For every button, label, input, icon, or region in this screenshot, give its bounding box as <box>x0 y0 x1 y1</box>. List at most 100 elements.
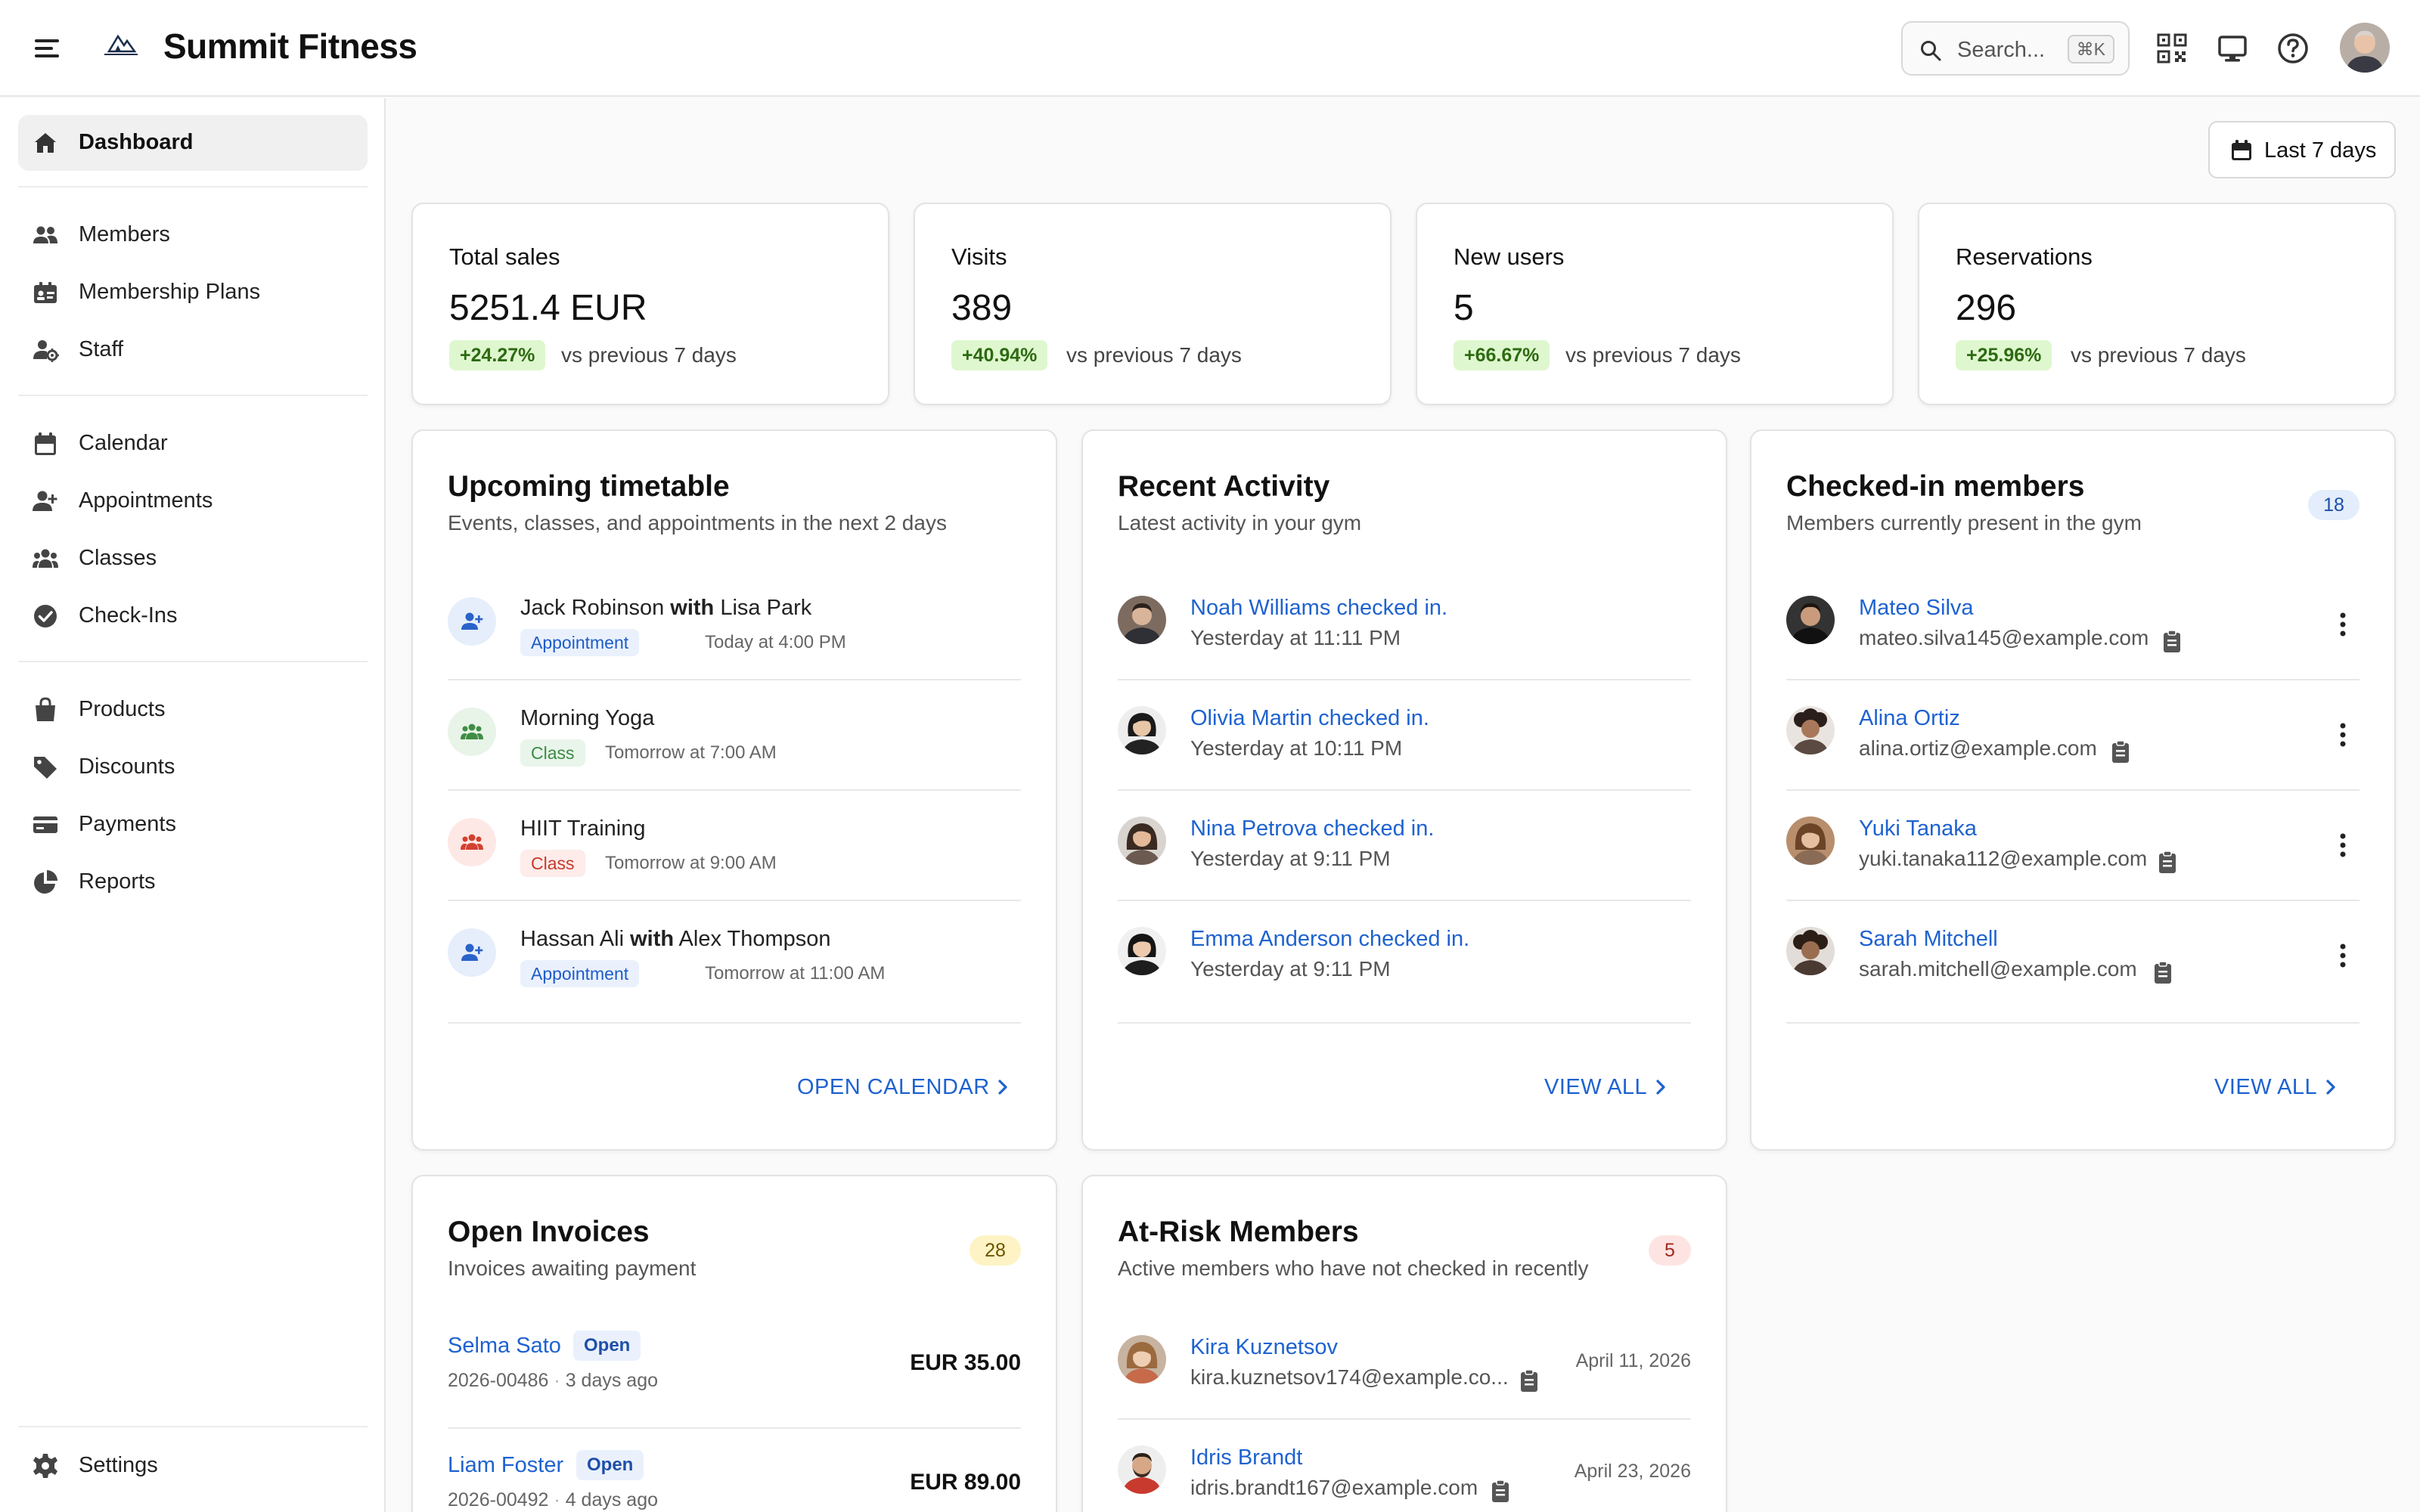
chevron-right-icon[interactable] <box>2322 1078 2340 1096</box>
member-name[interactable]: Sarah Mitchell <box>1859 927 1998 952</box>
member-name[interactable]: Alina Ortiz <box>1859 706 1960 731</box>
qr-code-icon[interactable] <box>2155 32 2189 65</box>
app-title: Summit Fitness <box>163 26 417 66</box>
sidebar-item-calendar[interactable]: Calendar <box>18 416 368 472</box>
view-all-members-link[interactable]: VIEW ALL <box>2214 1075 2317 1100</box>
at-risk-member-row[interactable]: Kira Kuznetsov kira.kuznetsov174@example… <box>1118 1309 1691 1420</box>
sidebar-item-appointments[interactable]: Appointments <box>18 473 368 529</box>
activity-text[interactable]: Emma Anderson checked in. <box>1190 927 1469 952</box>
sidebar-divider <box>18 395 368 396</box>
panel-subtitle: Active members who have not checked in r… <box>1118 1256 1589 1280</box>
sidebar-item-payments[interactable]: Payments <box>18 797 368 853</box>
chevron-right-icon[interactable] <box>1652 1078 1670 1096</box>
sidebar-item-reports[interactable]: Reports <box>18 854 368 910</box>
clipboard-icon[interactable] <box>1490 1479 1511 1503</box>
invoice-member-name[interactable]: Selma Sato <box>448 1334 561 1359</box>
at-risk-member-row[interactable]: Idris Brandt idris.brandt167@example.com… <box>1118 1420 1691 1512</box>
member-name[interactable]: Idris Brandt <box>1190 1445 1302 1470</box>
activity-text[interactable]: Nina Petrova checked in. <box>1190 816 1434 841</box>
checked-in-member-row[interactable]: Mateo Silva mateo.silva145@example.com <box>1786 570 2360 680</box>
invoice-row[interactable]: Liam Foster Open 2026-00492 · 4 days ago… <box>448 1429 1021 1512</box>
calendar-icon <box>35 432 56 455</box>
stat-compare: vs previous 7 days <box>561 343 737 367</box>
timetable-item[interactable]: HIIT Training Class Tomorrow at 9:00 AM <box>448 791 1021 901</box>
checked-in-member-row[interactable]: Sarah Mitchell sarah.mitchell@example.co… <box>1786 901 2360 1012</box>
date-range-button[interactable]: Last 7 days <box>2208 121 2396 178</box>
more-options-icon[interactable] <box>2334 609 2352 640</box>
sidebar-item-members[interactable]: Members <box>18 207 368 263</box>
member-avatar <box>1118 816 1166 865</box>
activity-item[interactable]: Noah Williams checked in. Yesterday at 1… <box>1118 570 1691 680</box>
sidebar-item-membership-plans[interactable]: Membership Plans <box>18 265 368 321</box>
sidebar-item-dashboard[interactable]: Dashboard <box>18 115 368 171</box>
clipboard-icon[interactable] <box>2161 629 2183 653</box>
member-name[interactable]: Yuki Tanaka <box>1859 816 1977 841</box>
more-options-icon[interactable] <box>2334 720 2352 750</box>
more-options-icon[interactable] <box>2334 940 2352 971</box>
summit-logo-icon[interactable] <box>101 30 141 60</box>
open-calendar-link[interactable]: OPEN CALENDAR <box>797 1075 990 1100</box>
search-placeholder: Search... <box>1957 38 2046 62</box>
menu-icon[interactable] <box>33 35 60 62</box>
timetable-item[interactable]: Jack Robinson with Lisa Park Appointment… <box>448 570 1021 680</box>
sidebar-item-label: Discounts <box>79 754 175 779</box>
sidebar-item-label: Settings <box>79 1453 158 1477</box>
clipboard-icon[interactable] <box>2110 739 2131 764</box>
stat-value: 296 <box>1956 288 2017 328</box>
panel-subtitle: Latest activity in your gym <box>1118 511 1362 534</box>
panel-subtitle: Invoices awaiting payment <box>448 1256 697 1280</box>
member-name[interactable]: Mateo Silva <box>1859 596 1974 621</box>
timetable-item[interactable]: Hassan Ali with Alex Thompson Appointmen… <box>448 901 1021 1012</box>
invoice-status-badge: Open <box>576 1450 644 1480</box>
divider <box>1786 1022 2360 1024</box>
invoice-row[interactable]: Selma Sato Open 2026-00486 · 3 days ago … <box>448 1309 1021 1429</box>
stat-card-total-sales: Total sales 5251.4 EUR +24.27% vs previo… <box>411 203 889 405</box>
checked-in-member-row[interactable]: Alina Ortiz alina.ortiz@example.com <box>1786 680 2360 791</box>
sidebar-item-settings[interactable]: Settings <box>18 1438 368 1494</box>
invoice-meta: 2026-00492 · 4 days ago <box>448 1489 659 1510</box>
search-box[interactable]: Search... ⌘K <box>1901 21 2130 76</box>
people-icon <box>33 226 57 243</box>
sidebar-item-products[interactable]: Products <box>18 682 368 738</box>
monitor-icon[interactable] <box>2216 32 2249 65</box>
timetable-item[interactable]: Morning Yoga Class Tomorrow at 7:00 AM <box>448 680 1021 791</box>
search-icon <box>1921 41 1941 61</box>
person-add-icon <box>448 928 496 977</box>
chevron-right-icon[interactable] <box>994 1078 1012 1096</box>
view-all-activity-link[interactable]: VIEW ALL <box>1544 1075 1647 1100</box>
clipboard-icon[interactable] <box>2157 850 2178 874</box>
member-avatar <box>1118 1445 1166 1494</box>
sidebar-item-label: Reports <box>79 869 156 894</box>
sidebar-item-label: Check-Ins <box>79 603 178 627</box>
sidebar-divider <box>18 186 368 187</box>
activity-text[interactable]: Olivia Martin checked in. <box>1190 706 1429 731</box>
sidebar-item-label: Calendar <box>79 431 168 455</box>
member-email: kira.kuznetsov174@example.co... <box>1190 1365 1509 1389</box>
checked-in-member-row[interactable]: Yuki Tanaka yuki.tanaka112@example.com <box>1786 791 2360 901</box>
last-check-in-date: April 23, 2026 <box>1574 1461 1691 1482</box>
clipboard-icon[interactable] <box>2152 960 2173 984</box>
help-icon[interactable] <box>2276 32 2310 65</box>
sidebar-item-label: Membership Plans <box>79 280 261 304</box>
sidebar-item-classes[interactable]: Classes <box>18 531 368 587</box>
gear-icon <box>33 1454 57 1478</box>
user-avatar[interactable] <box>2340 23 2390 73</box>
stat-compare: vs previous 7 days <box>1066 343 1242 367</box>
activity-text[interactable]: Noah Williams checked in. <box>1190 596 1447 621</box>
sidebar-item-discounts[interactable]: Discounts <box>18 739 368 795</box>
member-name[interactable]: Kira Kuznetsov <box>1190 1335 1338 1360</box>
appointment-tag: Appointment <box>520 629 640 656</box>
activity-item[interactable]: Emma Anderson checked in. Yesterday at 9… <box>1118 901 1691 1012</box>
more-options-icon[interactable] <box>2334 830 2352 860</box>
clipboard-icon[interactable] <box>1519 1368 1540 1393</box>
stat-compare: vs previous 7 days <box>1565 343 1741 367</box>
sidebar-item-check-ins[interactable]: Check-Ins <box>18 588 368 644</box>
stat-value: 389 <box>951 288 1013 328</box>
stat-card-visits: Visits 389 +40.94% vs previous 7 days <box>914 203 1392 405</box>
member-avatar <box>1118 596 1166 644</box>
activity-item[interactable]: Olivia Martin checked in. Yesterday at 1… <box>1118 680 1691 791</box>
sidebar-item-label: Classes <box>79 546 157 570</box>
activity-item[interactable]: Nina Petrova checked in. Yesterday at 9:… <box>1118 791 1691 901</box>
sidebar-item-staff[interactable]: Staff <box>18 322 368 378</box>
invoice-member-name[interactable]: Liam Foster <box>448 1453 563 1478</box>
